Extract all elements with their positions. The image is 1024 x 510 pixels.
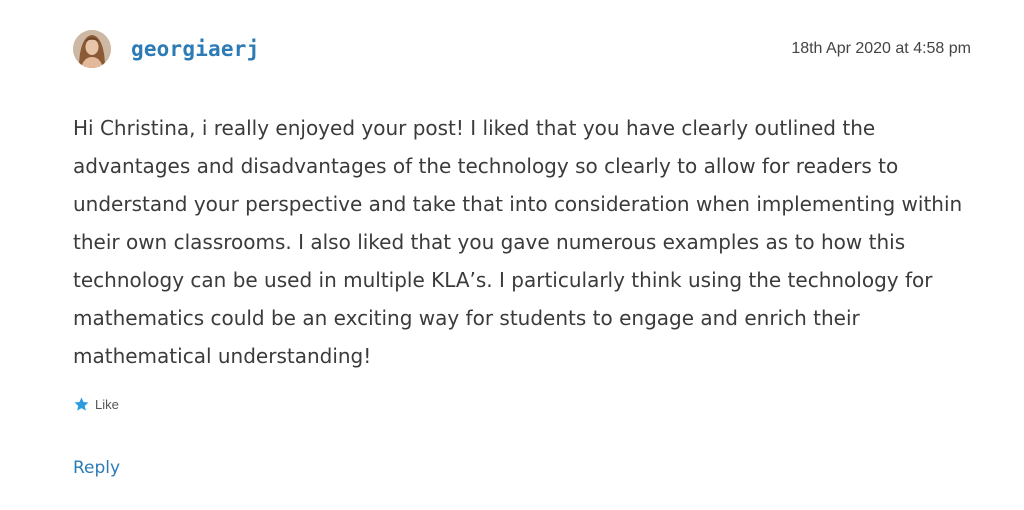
- comment-text: Hi Christina, i really enjoyed your post…: [73, 116, 963, 368]
- like-button[interactable]: Like: [73, 396, 119, 413]
- comment-timestamp[interactable]: 18th Apr 2020 at 4:58 pm: [791, 39, 971, 59]
- author-name-link[interactable]: georgiaerj: [131, 36, 259, 62]
- avatar[interactable]: [73, 30, 111, 68]
- star-icon: [74, 397, 89, 411]
- like-label: Like: [95, 397, 119, 412]
- reply-link[interactable]: Reply: [73, 457, 120, 479]
- comment: georgiaerj 18th Apr 2020 at 4:58 pm Hi C…: [0, 0, 1024, 510]
